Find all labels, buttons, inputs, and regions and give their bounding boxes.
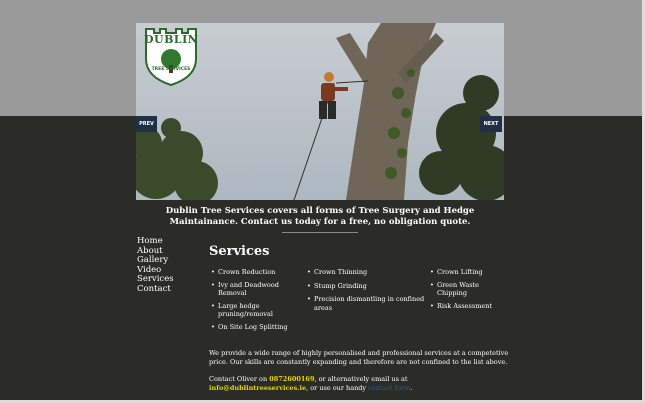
services-column-3: Crown Lifting Green Waste Chipping Risk … — [429, 268, 503, 314]
contact-prefix: Contact Oliver on — [209, 375, 270, 383]
service-item: Risk Assessment — [429, 302, 503, 311]
email-link[interactable]: info@dublintreeservices.ie — [209, 384, 306, 392]
services-description: We provide a wide range of highly person… — [209, 349, 509, 366]
side-nav: Home About Gallery Video Services Contac… — [137, 236, 197, 295]
service-item: Precision dismantling in confined areas — [306, 295, 428, 312]
phone-number[interactable]: 0872600169 — [269, 375, 314, 383]
next-button[interactable]: NEXT — [480, 116, 502, 132]
services-column-1: Crown Reduction Ivy and Deadwood Removal… — [210, 268, 302, 335]
contact-suffix: . — [410, 384, 413, 392]
service-item: On Site Log Splitting — [210, 323, 302, 332]
services-heading: Services — [209, 244, 270, 259]
image-slider: DUBLIN TREE SERVICES PREV NEXT — [136, 23, 504, 200]
intro-text: Dublin Tree Services covers all forms of… — [165, 206, 475, 227]
contact-middle2: , or use our handy — [306, 384, 369, 392]
nav-contact[interactable]: Contact — [137, 284, 197, 295]
prev-button[interactable]: PREV — [136, 116, 157, 132]
contact-info: Contact Oliver on 0872600169, or alterna… — [209, 375, 509, 393]
logo-subtitle: TREE SERVICES — [151, 67, 191, 72]
logo-title: DUBLIN — [144, 33, 199, 46]
service-item: Crown Lifting — [429, 268, 503, 277]
service-item: Large hedge pruning/removal — [210, 302, 302, 319]
divider — [282, 232, 358, 233]
service-item: Crown Thinning — [306, 268, 428, 277]
contact-form-link[interactable]: contact form — [368, 384, 410, 392]
service-item: Ivy and Deadwood Removal — [210, 281, 302, 298]
service-item: Green Waste Chipping — [429, 281, 503, 298]
service-item: Stump Grinding — [306, 282, 428, 291]
services-column-2: Crown Thinning Stump Grinding Precision … — [306, 268, 428, 316]
contact-middle: , or alternatively email us at — [314, 375, 408, 383]
service-item: Crown Reduction — [210, 268, 302, 277]
